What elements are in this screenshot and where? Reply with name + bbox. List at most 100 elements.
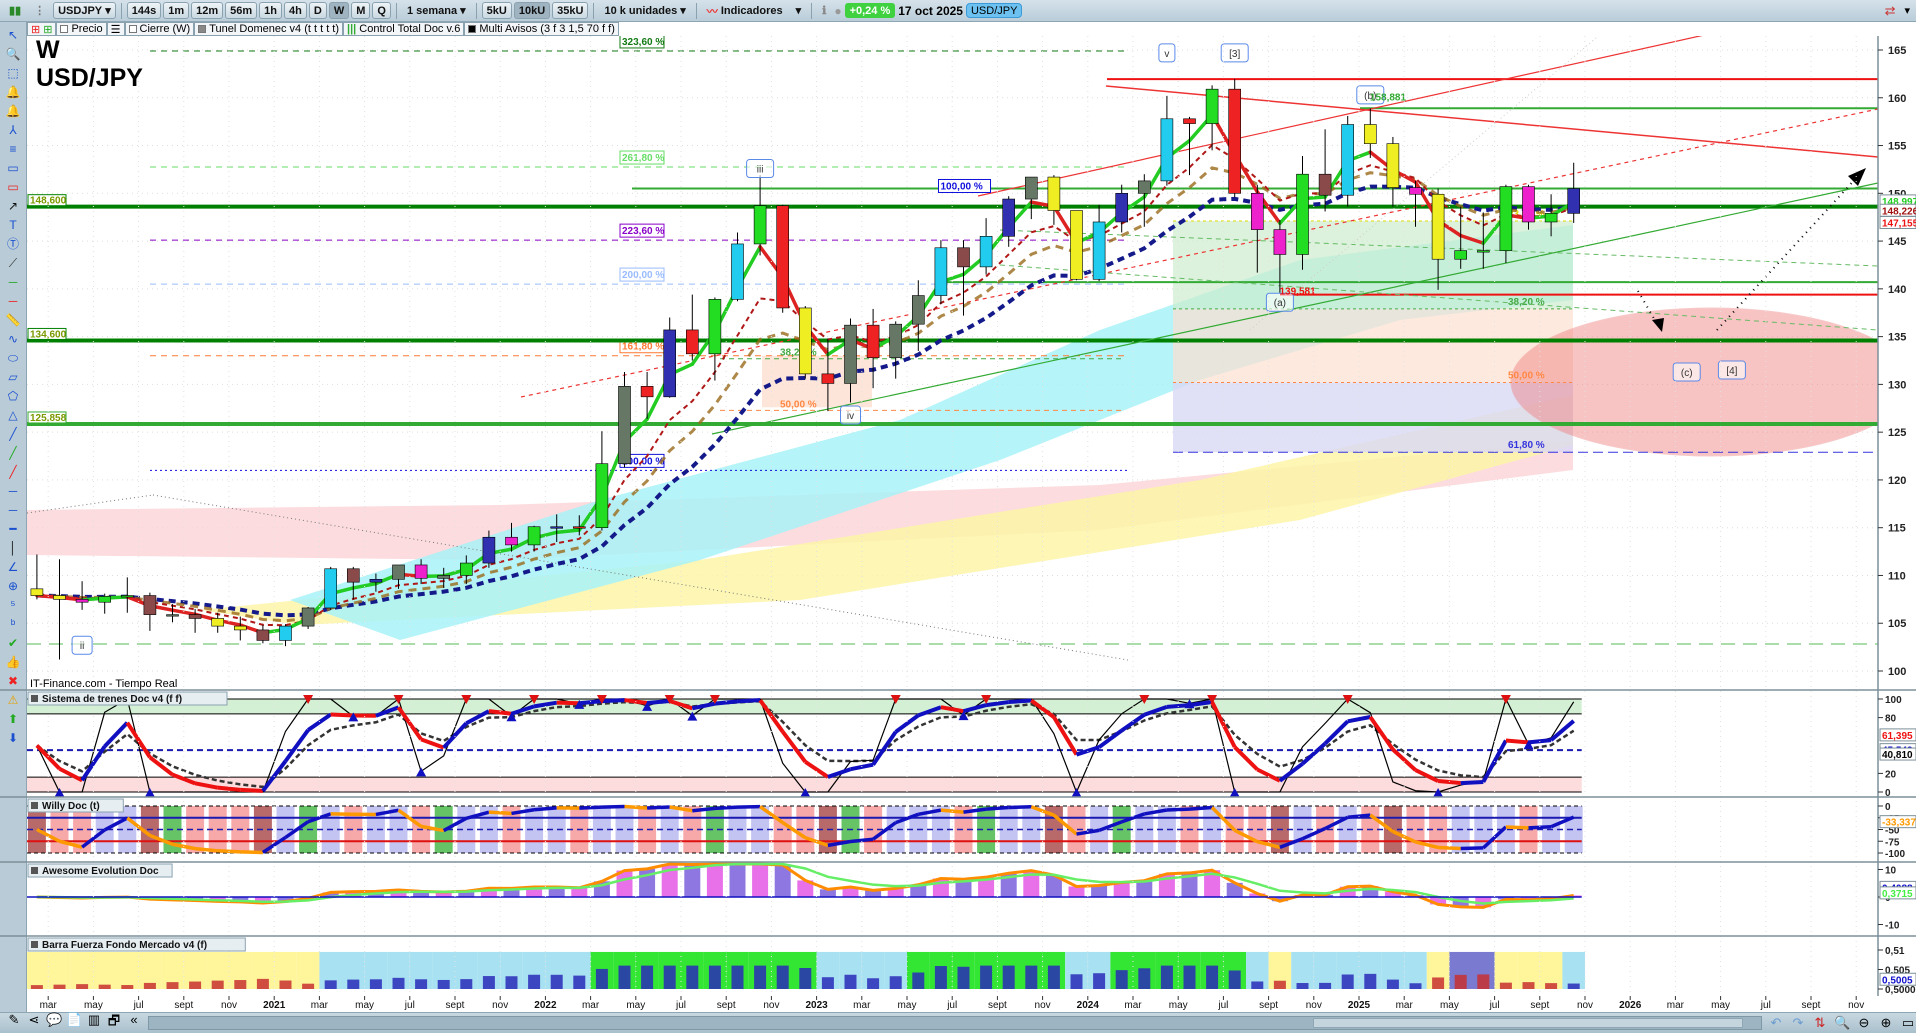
price-tick-label: 145 xyxy=(1888,236,1906,248)
candle-body xyxy=(99,596,111,602)
time-tick-label: sept xyxy=(988,1000,1007,1011)
candle xyxy=(302,607,314,629)
panel-marker-label: 61,395 xyxy=(1882,731,1913,742)
time-tick-label: nov xyxy=(1035,1000,1051,1011)
awesome-histogram-bar xyxy=(1136,881,1152,897)
train-line-segment xyxy=(738,700,761,701)
zoom-in-icon[interactable]: ⊕ xyxy=(1878,1015,1894,1031)
force-background-block xyxy=(93,952,116,989)
candle-body xyxy=(347,569,359,582)
time-tick-label: nov xyxy=(763,1000,779,1011)
force-bar xyxy=(31,985,43,989)
force-bar xyxy=(506,976,518,989)
force-bar xyxy=(1093,973,1105,989)
candle-body xyxy=(1319,174,1331,195)
force-bar xyxy=(1297,983,1309,989)
scrollbar-thumb[interactable] xyxy=(1313,1018,1743,1028)
time-tick-label: jul xyxy=(133,1000,144,1011)
time-tick-label: sept xyxy=(1259,1000,1278,1011)
price-tick-label: 100 xyxy=(1888,666,1906,678)
force-bar xyxy=(573,976,585,989)
train-line-segment xyxy=(557,703,580,704)
force-bar xyxy=(99,985,111,989)
fib-retracement-label: 38,20 % xyxy=(1508,297,1545,308)
zoom-vertical-icon[interactable]: 🔍 xyxy=(1834,1015,1850,1031)
candle xyxy=(1229,79,1241,197)
force-bar xyxy=(370,979,382,989)
fib-extension-label: 261,80 % xyxy=(622,153,664,164)
wave-label: (c) xyxy=(1673,363,1700,381)
willy-line-segment xyxy=(1190,808,1213,810)
chart-canvas[interactable]: 323,60 %261,80 %223,60 %200,00 %161,80 %… xyxy=(0,0,1916,1033)
chat-icon[interactable]: 💬 xyxy=(46,1012,62,1034)
candle-body xyxy=(393,565,405,579)
chart-timeframe-label: W xyxy=(36,36,60,65)
time-tick-label: mar xyxy=(1396,1000,1414,1011)
force-bar xyxy=(393,978,405,989)
candle-body xyxy=(1093,222,1105,279)
time-tick-label: 2021 xyxy=(263,1000,286,1011)
double-chevron-left-icon[interactable]: « xyxy=(126,1012,142,1034)
force-bar xyxy=(121,985,133,989)
report-icon[interactable]: 📄 xyxy=(66,1012,82,1034)
force-bar xyxy=(415,979,427,989)
panel-title: Awesome Evolution Doc xyxy=(42,866,159,877)
horizontal-scrollbar[interactable] xyxy=(148,1016,1762,1030)
force-bar xyxy=(1319,983,1331,989)
time-tick-label: jul xyxy=(1760,1000,1771,1011)
drawing-icon[interactable]: ✎ xyxy=(6,1012,22,1034)
wave-label: ii xyxy=(72,636,92,654)
wave-label-text: iii xyxy=(757,164,764,175)
candle-body xyxy=(1523,187,1535,222)
window-icon[interactable]: 🗗 xyxy=(106,1012,122,1034)
ruler-icon[interactable]: ▭ xyxy=(1900,1015,1916,1031)
time-tick-label: mar xyxy=(311,1000,329,1011)
candle-body xyxy=(1251,193,1263,229)
willy-line-segment xyxy=(240,852,263,853)
autoscale-icon[interactable]: ⇅ xyxy=(1812,1015,1828,1031)
time-tick-label: jul xyxy=(946,1000,957,1011)
candle-body xyxy=(619,386,631,463)
force-bar xyxy=(189,982,201,989)
price-tick-label: 105 xyxy=(1888,618,1906,630)
time-tick-label: 2026 xyxy=(1619,1000,1642,1011)
willy-line-segment xyxy=(986,808,1009,810)
force-bar xyxy=(709,966,721,989)
candle-body xyxy=(1071,211,1083,280)
time-tick-label: mar xyxy=(1667,1000,1685,1011)
candle-body xyxy=(980,236,992,267)
candle-body xyxy=(54,596,66,600)
force-bar xyxy=(1184,966,1196,989)
panel-marker-label: -33,337 xyxy=(1882,818,1916,829)
willy-line-segment xyxy=(1461,848,1484,849)
force-bar xyxy=(1161,966,1173,989)
undo-icon[interactable]: ↶ xyxy=(1768,1015,1784,1031)
train-line-segment xyxy=(1551,721,1574,740)
zoom-out-icon[interactable]: ⊖ xyxy=(1856,1015,1872,1031)
force-bar xyxy=(822,977,834,989)
level-label: 125,858 xyxy=(30,413,67,424)
time-tick-label: sept xyxy=(446,1000,465,1011)
train-line-segment xyxy=(218,788,241,790)
train-line-segment xyxy=(1461,782,1484,783)
time-tick-label: nov xyxy=(1577,1000,1593,1011)
share-icon[interactable]: ⋖ xyxy=(26,1012,42,1034)
candle-body xyxy=(732,244,744,299)
time-tick-label: may xyxy=(84,1000,103,1011)
price-annotation: 158,881 xyxy=(1370,93,1407,104)
train-line-segment xyxy=(1235,747,1258,769)
force-bar xyxy=(641,966,653,989)
fast-moving-average-segment xyxy=(557,530,580,532)
force-bar xyxy=(890,976,902,989)
panel-marker-label: 0,5005 xyxy=(1882,975,1913,986)
time-tick-label: may xyxy=(898,1000,917,1011)
redo-icon[interactable]: ↷ xyxy=(1790,1015,1806,1031)
time-tick-label: mar xyxy=(582,1000,600,1011)
candle-body xyxy=(1297,174,1309,254)
candle-body xyxy=(799,308,811,374)
columns-icon[interactable]: ▥ xyxy=(86,1012,102,1034)
willy-line-segment xyxy=(1506,827,1529,828)
time-tick-label: may xyxy=(626,1000,645,1011)
force-bar xyxy=(234,980,246,989)
price-tick-label: 130 xyxy=(1888,379,1906,391)
